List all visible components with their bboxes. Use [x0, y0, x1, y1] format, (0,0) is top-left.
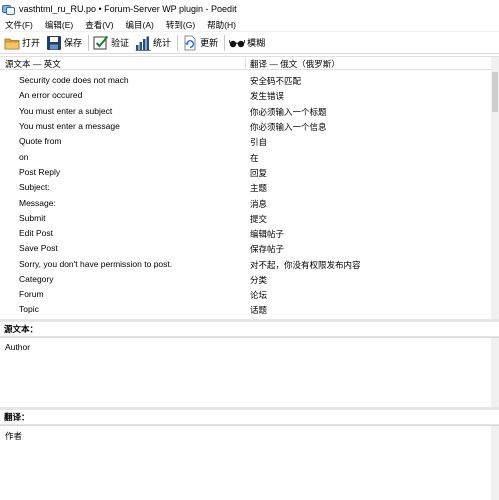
source-text-content: Author	[5, 342, 31, 352]
list-item[interactable]: Submit 提交	[0, 211, 491, 226]
translation-text: 在	[250, 153, 259, 163]
floppy-disk-icon	[46, 35, 62, 51]
source-text: on	[19, 152, 29, 162]
list-item[interactable]: Edit Post 编辑帖子	[0, 226, 491, 241]
menu-edit[interactable]: 编辑(E)	[45, 19, 73, 31]
menu-goto[interactable]: 转到(G)	[166, 19, 195, 31]
list-item[interactable]: Quote from 引自	[0, 134, 491, 149]
translation-text: 保存帖子	[250, 244, 285, 254]
validate-label: 验证	[111, 38, 130, 48]
source-text: You must enter a message	[19, 121, 120, 131]
fuzzy-label: 模糊	[247, 38, 266, 48]
source-text: Message:	[19, 198, 56, 208]
list-item[interactable]: on 在	[0, 150, 491, 165]
source-text: Category	[19, 274, 54, 284]
statistics-button[interactable]: 统计	[135, 33, 171, 53]
translation-text: 回复	[250, 168, 268, 178]
source-text: Submit	[19, 213, 46, 223]
scroll-up-arrow[interactable]	[491, 57, 499, 70]
list-item[interactable]: Security code does not mach 安全码不匹配	[0, 73, 491, 88]
source-text: Sorry, you don't have permission to post…	[19, 259, 173, 269]
list-item[interactable]: Category 分类	[0, 272, 491, 287]
translation-text: 引自	[250, 137, 268, 147]
validate-button[interactable]: 验证	[93, 33, 129, 53]
list-item[interactable]: Save Post 保存帖子	[0, 241, 491, 256]
source-column-header[interactable]: 源文本 — 英文	[5, 58, 61, 70]
source-text: Quote from	[19, 136, 62, 146]
list-item[interactable]: Forum 论坛	[0, 287, 491, 302]
translation-pane-scrollbar[interactable]	[491, 426, 499, 500]
window-title: vasthtml_ru_RU.po • Forum-Server WP plug…	[19, 4, 237, 14]
list-item[interactable]: Topic 话题	[0, 302, 491, 317]
refresh-document-icon	[182, 35, 198, 51]
translation-text-content: 作者	[5, 431, 23, 441]
list-item[interactable]: An error occured 发生错误	[0, 88, 491, 103]
save-label: 保存	[64, 38, 83, 48]
list-item[interactable]: You must enter a message 你必须输入一个信息	[0, 119, 491, 134]
source-text: Security code does not mach	[19, 75, 129, 85]
open-label: 打开	[22, 38, 41, 48]
source-text: Topic	[19, 304, 39, 314]
menu-catalog[interactable]: 编目(A)	[126, 19, 154, 31]
toolbar-divider	[88, 34, 90, 51]
toolbar-divider	[224, 34, 226, 51]
list-item[interactable]: Post Reply 回复	[0, 165, 491, 180]
translation-text-area[interactable]: 作者	[0, 425, 499, 500]
translation-text: 你必须输入一个信息	[250, 122, 327, 132]
translation-text: 你必须输入一个标题	[250, 107, 327, 117]
open-button[interactable]: 打开	[4, 33, 40, 53]
translation-text: 分类	[250, 275, 268, 285]
translation-text: 提交	[250, 214, 268, 224]
translation-text: 论坛	[250, 290, 268, 300]
menu-view[interactable]: 查看(V)	[85, 19, 113, 31]
translation-label: 翻译：	[0, 410, 499, 425]
toolbar: 打开 保存 验证 统计 更新 模糊	[0, 32, 499, 54]
list-item[interactable]: Sorry, you don't have permission to post…	[0, 257, 491, 272]
translation-text: 话题	[250, 305, 268, 315]
source-text: You must enter a subject	[19, 106, 113, 116]
translation-list-header: 源文本 — 英文 翻译 — 俄文（俄罗斯）	[0, 56, 499, 70]
list-item[interactable]: Message: 消息	[0, 196, 491, 211]
list-scrollbar-thumb[interactable]	[492, 72, 498, 112]
source-text: Forum	[19, 289, 44, 299]
menu-file[interactable]: 文件(F)	[5, 19, 33, 31]
update-button[interactable]: 更新	[182, 33, 218, 53]
source-text-pane: Author	[0, 337, 499, 407]
bar-chart-icon	[135, 35, 151, 51]
list-item[interactable]: Subject: 主题	[0, 180, 491, 195]
translation-text: 安全码不匹配	[250, 76, 302, 86]
translation-text: 主题	[250, 183, 268, 193]
translation-list: Security code does not mach 安全码不匹配 An err…	[0, 71, 491, 319]
fuzzy-button[interactable]: 模糊	[228, 33, 266, 53]
source-text: An error occured	[19, 90, 83, 100]
menu-help[interactable]: 帮助(H)	[207, 19, 236, 31]
translation-text: 发生错误	[250, 91, 285, 101]
translation-column-header[interactable]: 翻译 — 俄文（俄罗斯）	[250, 58, 340, 70]
source-text: Subject:	[19, 182, 50, 192]
menu-bar: 文件(F) 编辑(E) 查看(V) 编目(A) 转到(G) 帮助(H)	[0, 18, 499, 32]
list-item[interactable]: You must enter a subject 你必须输入一个标题	[0, 104, 491, 119]
column-divider[interactable]	[245, 57, 246, 70]
title-bar: vasthtml_ru_RU.po • Forum-Server WP plug…	[0, 0, 499, 18]
list-scrollbar[interactable]	[491, 70, 499, 319]
source-text: Save Post	[19, 243, 58, 253]
poedit-app-icon	[2, 3, 15, 16]
statistics-label: 统计	[153, 38, 172, 48]
translation-text: 对不起，你没有权限发布内容	[250, 260, 361, 270]
toolbar-divider	[177, 34, 179, 51]
update-label: 更新	[200, 38, 219, 48]
source-text-label: 源文本：	[0, 322, 499, 337]
glasses-icon	[228, 35, 246, 51]
translation-text: 编辑帖子	[250, 229, 285, 239]
save-button[interactable]: 保存	[46, 33, 82, 53]
checkmark-icon	[93, 35, 109, 51]
source-pane-scrollbar[interactable]	[491, 338, 499, 407]
folder-icon	[4, 35, 20, 51]
source-text: Edit Post	[19, 228, 54, 238]
source-text: Post Reply	[19, 167, 61, 177]
translation-text: 消息	[250, 199, 268, 209]
